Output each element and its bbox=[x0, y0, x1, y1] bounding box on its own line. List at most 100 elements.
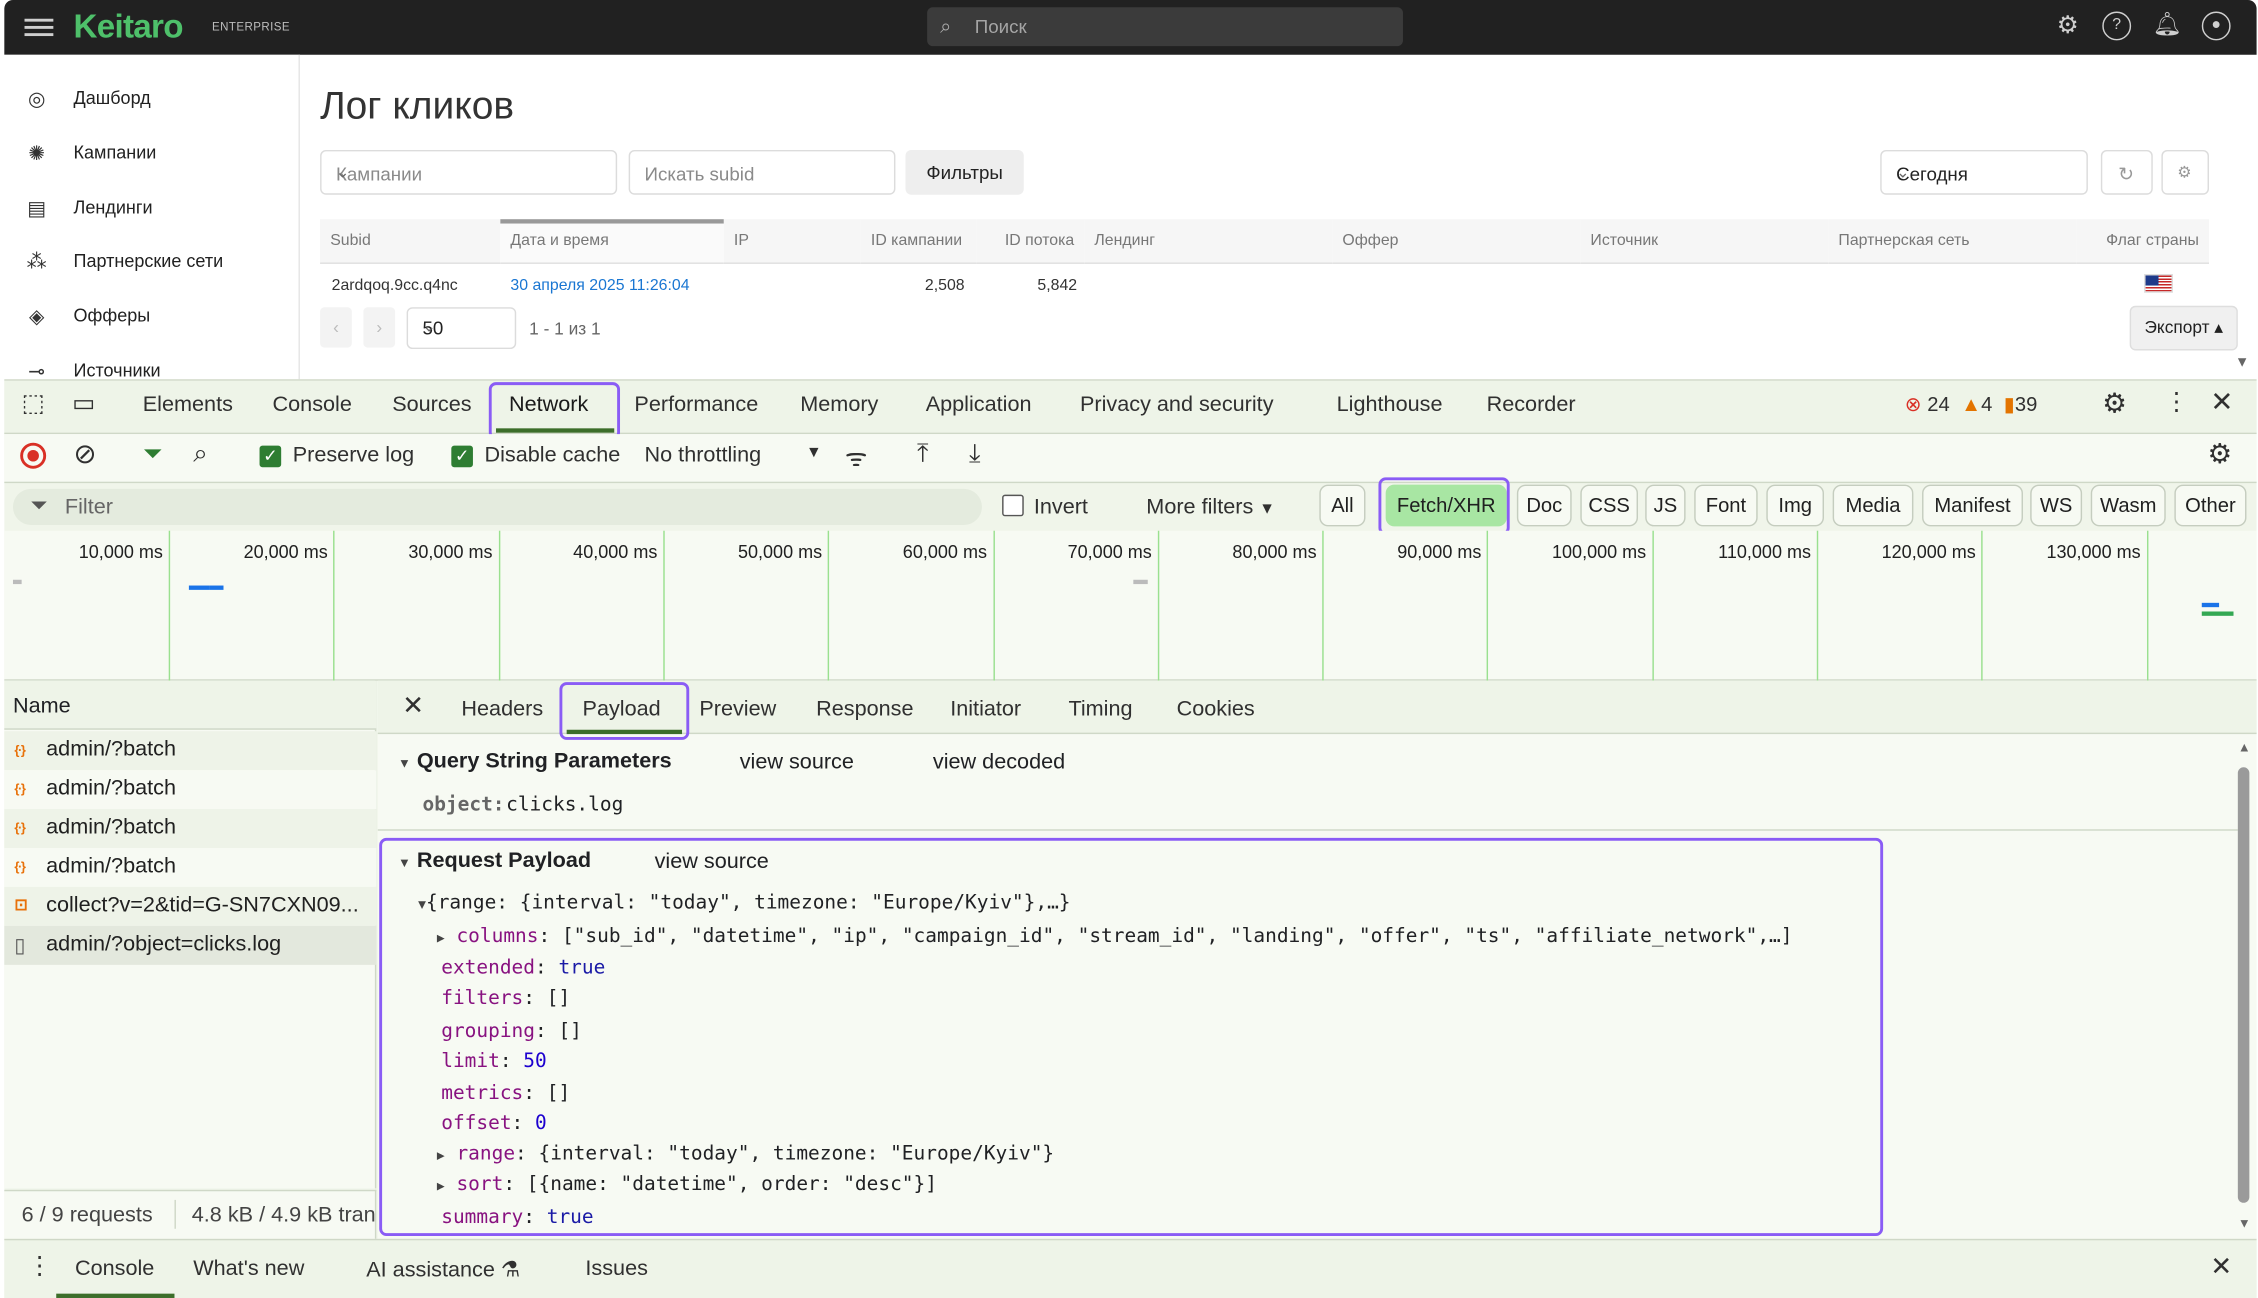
drawer-tab-ai-assistance[interactable]: AI assistance ⚗ bbox=[366, 1256, 520, 1283]
payload-range[interactable]: ▶ range: {interval: "today", timezone: "… bbox=[437, 1142, 1054, 1165]
drawer-tab-whats-new[interactable]: What's new bbox=[193, 1256, 304, 1281]
network-overview-timeline[interactable]: 10,000 ms 20,000 ms 30,000 ms 40,000 ms 50,0… bbox=[4, 530, 2257, 681]
date-range-select[interactable]: Сегодня ⌄ bbox=[1880, 149, 2088, 195]
request-row[interactable]: ⊡ collect?v=2&tid=G-SN7CXN09... bbox=[4, 886, 377, 926]
settings-button[interactable]: ⚙ bbox=[2161, 149, 2209, 195]
global-search-input[interactable]: ⌕ Поиск bbox=[927, 7, 1403, 47]
filter-type-font[interactable]: Font bbox=[1694, 484, 1758, 527]
payload-columns[interactable]: ▶ columns: ["sub_id", "datetime", "ip", … bbox=[437, 924, 1793, 947]
filter-type-ws[interactable]: WS bbox=[2030, 484, 2083, 527]
more-options-icon[interactable]: ⋮ bbox=[2164, 388, 2189, 417]
network-conditions-icon[interactable]: ᯤ bbox=[845, 440, 867, 473]
page-scroll-down-icon[interactable]: ▼ bbox=[2235, 355, 2249, 371]
close-details-icon[interactable]: ✕ bbox=[402, 691, 424, 721]
tab-performance[interactable]: Performance bbox=[634, 392, 758, 417]
prev-page-icon[interactable]: ‹ bbox=[320, 307, 352, 348]
throttling-select[interactable]: No throttling bbox=[645, 443, 762, 468]
payload-view-source-link[interactable]: view source bbox=[655, 849, 769, 874]
refresh-button[interactable]: ↻ bbox=[2100, 149, 2153, 195]
qsp-section-header[interactable]: ▼ Query String Parameters bbox=[398, 749, 672, 774]
record-stop-icon[interactable] bbox=[20, 442, 47, 469]
column-header[interactable]: Оффер bbox=[1332, 219, 1581, 264]
export-button[interactable]: Экспорт ▴ bbox=[2129, 305, 2238, 351]
help-icon[interactable]: ? bbox=[2102, 11, 2132, 41]
import-har-icon[interactable]: ⤒ bbox=[917, 438, 928, 468]
drawer-menu-icon[interactable]: ⋮ bbox=[27, 1252, 52, 1281]
bell-icon[interactable]: 🔔︎ bbox=[2153, 12, 2182, 41]
network-settings-icon[interactable]: ⚙ bbox=[2208, 438, 2233, 471]
request-row[interactable]: ▯ admin/?object=clicks.log bbox=[4, 925, 377, 965]
qsp-view-source-link[interactable]: view source bbox=[740, 750, 854, 775]
column-header[interactable]: Источник bbox=[1580, 219, 1829, 264]
invert-checkbox[interactable] bbox=[1002, 494, 1024, 517]
keitaro-logo[interactable]: Keitaro bbox=[74, 7, 184, 46]
campaigns-select[interactable]: Кампании ⌄ bbox=[320, 149, 618, 195]
export-har-icon[interactable]: ⤓ bbox=[969, 438, 980, 468]
column-header[interactable]: Флаг страны bbox=[2076, 219, 2209, 264]
close-devtools-icon[interactable]: ✕ bbox=[2210, 387, 2233, 420]
scroll-down-icon[interactable]: ▼ bbox=[2238, 1216, 2251, 1230]
filter-type-all[interactable]: All bbox=[1319, 484, 1366, 527]
drawer-tab-console[interactable]: Console bbox=[75, 1256, 154, 1281]
request-row[interactable]: {·} admin/?batch bbox=[4, 770, 377, 810]
payload-sort[interactable]: ▶ sort: [{name: "datetime", order: "desc… bbox=[437, 1173, 937, 1196]
per-page-select[interactable]: 50 ⌄ bbox=[406, 307, 517, 350]
cell-datetime[interactable]: 30 апреля 2025 11:26:04 bbox=[510, 277, 689, 294]
scrollbar-thumb[interactable] bbox=[2237, 767, 2250, 1203]
column-header[interactable]: ID кампании bbox=[860, 219, 977, 264]
column-header[interactable]: Лендинг bbox=[1084, 219, 1333, 264]
detail-tab-timing[interactable]: Timing bbox=[1068, 697, 1132, 722]
settings-gear-icon[interactable]: ⚙ bbox=[2102, 388, 2127, 421]
filter-type-wasm[interactable]: Wasm bbox=[2090, 484, 2166, 527]
request-list-header[interactable]: Name bbox=[4, 680, 377, 730]
sidebar-item-offers[interactable]: ◈ Офферы bbox=[25, 301, 299, 330]
request-row[interactable]: {·} admin/?batch bbox=[4, 809, 377, 849]
device-toolbar-icon[interactable]: ▭ bbox=[72, 389, 95, 418]
sidebar-item-dashboard[interactable]: ◎ Дашборд bbox=[25, 84, 299, 113]
filter-type-media[interactable]: Media bbox=[1832, 484, 1914, 527]
filter-type-other[interactable]: Other bbox=[2174, 484, 2247, 527]
column-header[interactable]: ID потока bbox=[976, 219, 1085, 264]
detail-tab-headers[interactable]: Headers bbox=[461, 697, 543, 722]
tab-recorder[interactable]: Recorder bbox=[1487, 392, 1576, 417]
menu-icon[interactable] bbox=[24, 14, 54, 40]
request-row[interactable]: {·} admin/?batch bbox=[4, 848, 377, 887]
drawer-tab-issues[interactable]: Issues bbox=[585, 1256, 648, 1281]
more-filters-dropdown[interactable]: More filters ▼ bbox=[1146, 495, 1275, 520]
clear-icon[interactable]: ⊘ bbox=[74, 438, 97, 471]
tab-lighthouse[interactable]: Lighthouse bbox=[1337, 392, 1443, 417]
next-page-icon[interactable]: › bbox=[363, 307, 396, 348]
payload-root[interactable]: ▼{range: {interval: "today", timezone: "… bbox=[418, 891, 1070, 914]
sidebar-item-landings[interactable]: ▤ Лендинги bbox=[25, 193, 299, 222]
filter-type-js[interactable]: JS bbox=[1645, 484, 1686, 527]
subid-search-input[interactable]: Искать subid bbox=[628, 149, 896, 195]
disable-cache-checkbox[interactable]: ✓ bbox=[451, 445, 473, 468]
tab-application[interactable]: Application bbox=[926, 392, 1032, 417]
detail-tab-response[interactable]: Response bbox=[816, 697, 913, 722]
filter-type-manifest[interactable]: Manifest bbox=[1922, 484, 2023, 527]
tab-memory[interactable]: Memory bbox=[800, 392, 878, 417]
filter-type-doc[interactable]: Doc bbox=[1516, 484, 1572, 527]
detail-tab-preview[interactable]: Preview bbox=[699, 697, 776, 722]
tab-sources[interactable]: Sources bbox=[392, 392, 471, 417]
inspect-icon[interactable]: ⬚ bbox=[22, 389, 45, 418]
settings-icon[interactable]: ⚙ bbox=[2053, 12, 2082, 41]
detail-tab-initiator[interactable]: Initiator bbox=[950, 697, 1021, 722]
close-drawer-icon[interactable]: ✕ bbox=[2210, 1252, 2232, 1282]
search-icon[interactable]: ⌕ bbox=[193, 438, 208, 468]
sidebar-item-affiliate-networks[interactable]: ⁂ Партнерские сети bbox=[25, 247, 299, 276]
detail-tab-cookies[interactable]: Cookies bbox=[1177, 697, 1255, 722]
column-header[interactable]: Subid bbox=[320, 219, 501, 264]
error-counter[interactable]: ⊗ 24 ▲4 ▮39 bbox=[1905, 392, 2038, 417]
payload-section-header[interactable]: ▼ Request Payload bbox=[398, 848, 591, 873]
column-header[interactable]: IP bbox=[723, 219, 861, 264]
filter-input[interactable]: ⏷ Filter bbox=[12, 488, 982, 525]
sidebar-item-campaigns[interactable]: ✺ Кампании bbox=[25, 138, 299, 167]
details-scrollbar[interactable]: ▲ ▼ bbox=[2235, 740, 2252, 1236]
filter-type-img[interactable]: Img bbox=[1766, 484, 1825, 527]
chevron-down-icon[interactable]: ▼ bbox=[806, 444, 822, 461]
filter-type-css[interactable]: CSS bbox=[1580, 484, 1638, 527]
column-header[interactable]: Партнерская сеть bbox=[1828, 219, 2077, 264]
tab-elements[interactable]: Elements bbox=[143, 392, 233, 417]
tab-console[interactable]: Console bbox=[273, 392, 352, 417]
